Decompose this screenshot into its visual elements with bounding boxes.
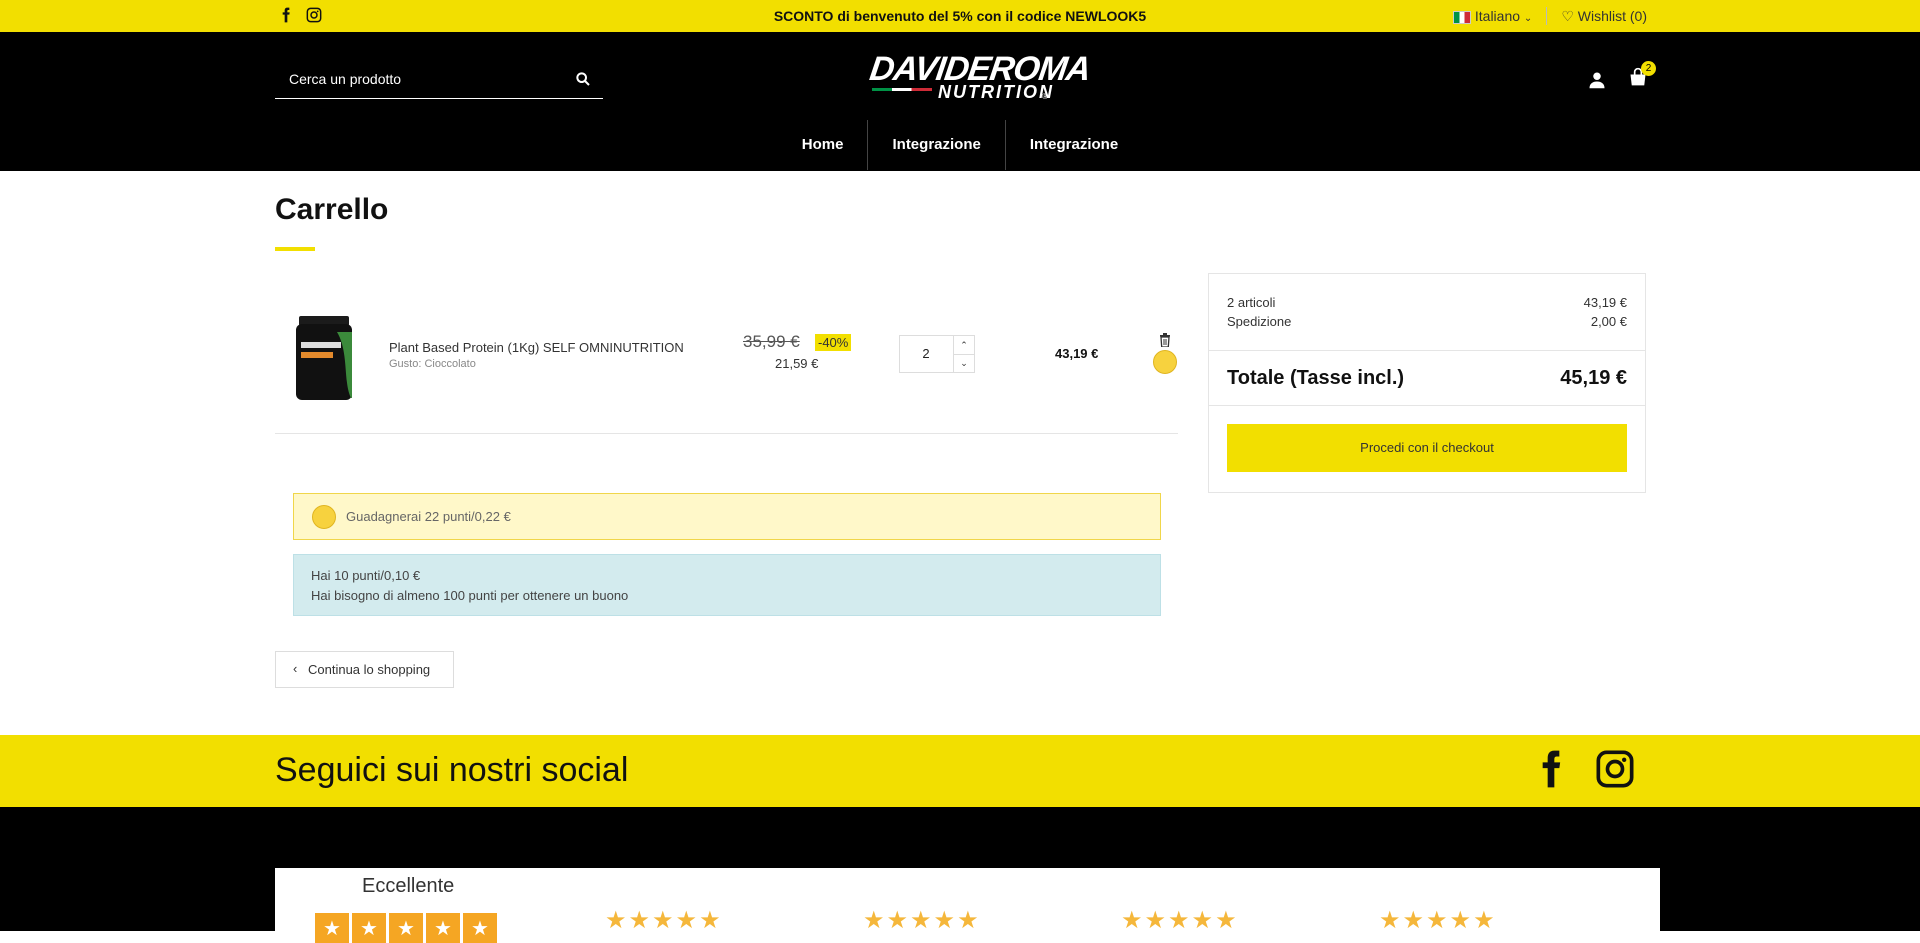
- user-icon[interactable]: [1588, 71, 1606, 89]
- rating-stars: ★ ★ ★ ★ ★: [315, 913, 497, 943]
- cart-button[interactable]: 2: [1628, 61, 1656, 92]
- star-icon: ★: [426, 913, 460, 943]
- total-value: 45,19 €: [1560, 367, 1627, 389]
- logo-line2: NUTRITION: [938, 82, 1054, 102]
- star-icon: ★: [352, 913, 386, 943]
- title-underline: [275, 247, 315, 251]
- shipping-value: 2,00 €: [1590, 314, 1627, 329]
- header-icons: 2: [1588, 61, 1656, 92]
- continue-shopping-label: Continua lo shopping: [308, 662, 431, 677]
- cart-count-badge: 2: [1641, 61, 1656, 76]
- main-nav: Home Integrazione Integrazione: [0, 120, 1920, 170]
- instagram-icon[interactable]: [1595, 749, 1635, 789]
- points-requirement: Hai bisogno di almeno 100 punti per otte…: [311, 588, 629, 603]
- quantity-input[interactable]: 2: [900, 346, 952, 361]
- language-label: Italiano: [1474, 8, 1521, 24]
- continue-shopping-button[interactable]: ‹ Continua lo shopping: [275, 651, 454, 688]
- logo[interactable]: DAVIDEROMA NUTRITION ®: [867, 50, 1092, 106]
- points-message: Guadagnerai 22 punti/0,22 €: [346, 509, 511, 524]
- unit-price: 21,59 €: [775, 356, 819, 371]
- rating-label: Eccellente: [362, 875, 455, 897]
- social-band: Seguici sui nostri social: [0, 735, 1920, 807]
- search-icon[interactable]: [575, 71, 591, 87]
- header: Cerca un prodotto DAVIDEROMA NUTRITION ®…: [0, 32, 1920, 171]
- social-icons: [1531, 749, 1635, 789]
- top-bar: SCONTO di benvenuto del 5% con il codice…: [0, 0, 1920, 32]
- logo-flag-stripe: [872, 88, 932, 91]
- product-image[interactable]: [293, 312, 355, 402]
- summary-total-row: Totale (Tasse incl.) 45,19 €: [1227, 367, 1627, 390]
- checkout-button[interactable]: Procedi con il checkout: [1227, 424, 1627, 472]
- page-title: Carrello: [275, 193, 389, 226]
- star-icon: ★: [389, 913, 423, 943]
- summary-shipping-row: Spedizione 2,00 €: [1227, 314, 1627, 329]
- footer: Eccellente ★ ★ ★ ★ ★ ★ ★ ★ ★ ★ ★ ★ ★ ★ ★ ★ ★ ★ ★ ★ ★…: [0, 807, 1920, 943]
- points-coin-icon: [1153, 350, 1177, 374]
- old-price: 35,99 €: [743, 332, 800, 351]
- language-selector[interactable]: Italiano ⌄: [1452, 8, 1533, 24]
- summary-divider-2: [1209, 405, 1645, 406]
- items-subtotal: 43,19 €: [1583, 295, 1627, 310]
- summary-items-row: 2 articoli 43,19 €: [1227, 295, 1627, 310]
- social-heading: Seguici sui nostri social: [275, 751, 629, 789]
- items-count: 2 articoli: [1227, 295, 1276, 310]
- divider: [1546, 7, 1548, 25]
- search-bar[interactable]: Cerca un prodotto: [275, 62, 603, 99]
- chevron-down-icon[interactable]: ⌄: [954, 354, 974, 372]
- points-info-box: Hai 10 punti/0,10 € Hai bisogno di almen…: [293, 554, 1161, 616]
- facebook-icon[interactable]: [1531, 749, 1571, 789]
- discount-badge: -40%: [815, 334, 852, 351]
- shipping-label: Spedizione: [1227, 314, 1292, 329]
- wishlist-label: Wishlist (0): [1577, 7, 1647, 24]
- line-total: 43,19 €: [1055, 346, 1099, 361]
- product-name[interactable]: Plant Based Protein (1Kg) SELF OMNINUTRI…: [389, 340, 684, 355]
- logo-registered: ®: [1042, 92, 1048, 101]
- trash-icon[interactable]: [1159, 333, 1171, 347]
- cart-line-item: Plant Based Protein (1Kg) SELF OMNINUTRI…: [275, 290, 1178, 434]
- italy-flag-icon: [1452, 10, 1471, 24]
- heart-icon: ♡: [1561, 7, 1574, 24]
- cart-summary: 2 articoli 43,19 € Spedizione 2,00 € Tot…: [1208, 273, 1646, 493]
- wishlist-link[interactable]: ♡ Wishlist (0): [1561, 8, 1647, 25]
- summary-divider: [1209, 350, 1645, 351]
- product-attribute: Gusto: Cioccolato: [389, 358, 476, 370]
- quantity-buttons: ⌃ ⌄: [953, 336, 974, 372]
- chevron-up-icon[interactable]: ⌃: [954, 336, 974, 355]
- nav-item-home[interactable]: Home: [778, 120, 868, 170]
- chevron-left-icon: ‹: [293, 661, 298, 676]
- coin-icon: [312, 505, 336, 529]
- nav-item-integrazione[interactable]: Integrazione: [867, 120, 1004, 170]
- star-icon: ★: [315, 913, 349, 943]
- points-balance: Hai 10 punti/0,10 €: [311, 568, 421, 583]
- reviews-widget: Eccellente ★ ★ ★ ★ ★ ★ ★ ★ ★ ★ ★ ★ ★ ★ ★ ★ ★ ★ ★ ★ ★…: [275, 868, 1660, 943]
- total-label: Totale (Tasse incl.): [1227, 367, 1405, 389]
- quantity-stepper[interactable]: 2 ⌃ ⌄: [899, 335, 975, 373]
- nav-item-integrazione-2[interactable]: Integrazione: [1004, 120, 1142, 170]
- top-right: Italiano ⌄ ♡ Wishlist (0): [1452, 7, 1647, 25]
- star-icon: ★: [463, 913, 497, 943]
- loyalty-points-notice: Guadagnerai 22 punti/0,22 €: [293, 493, 1161, 540]
- chevron-down-icon: ⌄: [1523, 13, 1533, 24]
- search-input[interactable]: Cerca un prodotto: [289, 71, 401, 87]
